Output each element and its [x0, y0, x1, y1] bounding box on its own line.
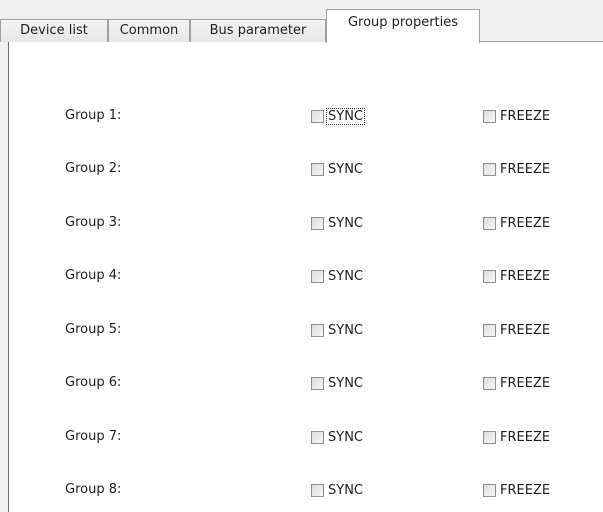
freeze-checkbox[interactable]: FREEZE [483, 264, 551, 288]
freeze-label: FREEZE [500, 482, 551, 498]
sync-label: SYNC [328, 429, 363, 445]
group-row: Group 2: SYNC FREEZE [9, 157, 603, 181]
group-row: Group 5: SYNC FREEZE [9, 318, 603, 342]
checkbox-box[interactable] [311, 430, 324, 444]
group-row: Group 6: SYNC FREEZE [9, 371, 603, 395]
tab-device-list[interactable]: Device list [0, 19, 108, 42]
sync-checkbox[interactable]: SYNC [311, 425, 364, 449]
sync-checkbox[interactable]: SYNC [311, 211, 364, 235]
tab-group-properties[interactable]: Group properties [326, 9, 480, 43]
freeze-label: FREEZE [500, 268, 551, 284]
group-label: Group 5: [65, 322, 122, 337]
group-row: Group 7: SYNC FREEZE [9, 425, 603, 449]
tab-common[interactable]: Common [108, 19, 190, 42]
group-row: Group 4: SYNC FREEZE [9, 264, 603, 288]
group-label: Group 4: [65, 268, 122, 283]
freeze-checkbox[interactable]: FREEZE [483, 478, 551, 502]
freeze-checkbox[interactable]: FREEZE [483, 211, 551, 235]
freeze-checkbox[interactable]: FREEZE [483, 318, 551, 342]
group-row: Group 1: SYNC FREEZE [9, 104, 603, 128]
freeze-label: FREEZE [500, 161, 551, 177]
sync-label: SYNC [328, 322, 363, 338]
freeze-label: FREEZE [500, 429, 551, 445]
group-row: Group 3: SYNC FREEZE [9, 211, 603, 235]
checkbox-box[interactable] [311, 269, 324, 283]
checkbox-box[interactable] [311, 162, 324, 176]
tab-bus-parameter[interactable]: Bus parameter [190, 19, 326, 42]
checkbox-box[interactable] [311, 216, 324, 230]
group-label: Group 2: [65, 161, 122, 176]
sync-label: SYNC [328, 375, 363, 391]
freeze-checkbox[interactable]: FREEZE [483, 371, 551, 395]
checkbox-box[interactable] [311, 483, 324, 497]
freeze-label: FREEZE [500, 108, 551, 124]
group-label: Group 3: [65, 215, 122, 230]
sync-label: SYNC [328, 161, 363, 177]
group-properties-panel: Group 1: SYNC FREEZE Group 2: SYNC FREEZ… [8, 42, 603, 512]
checkbox-box[interactable] [311, 323, 324, 337]
checkbox-box[interactable] [483, 216, 496, 230]
checkbox-box[interactable] [311, 109, 324, 123]
group-label: Group 7: [65, 429, 122, 444]
checkbox-box[interactable] [483, 269, 496, 283]
sync-checkbox[interactable]: SYNC [311, 318, 364, 342]
freeze-label: FREEZE [500, 322, 551, 338]
checkbox-box[interactable] [483, 376, 496, 390]
sync-checkbox[interactable]: SYNC [311, 478, 364, 502]
group-label: Group 8: [65, 482, 122, 497]
checkbox-box[interactable] [483, 162, 496, 176]
checkbox-box[interactable] [483, 430, 496, 444]
checkbox-box[interactable] [311, 376, 324, 390]
sync-label: SYNC [326, 107, 365, 125]
checkbox-box[interactable] [483, 323, 496, 337]
freeze-label: FREEZE [500, 375, 551, 391]
sync-label: SYNC [328, 482, 363, 498]
group-properties-dialog: Device list Common Bus parameter Group p… [0, 0, 603, 512]
group-row: Group 8: SYNC FREEZE [9, 478, 603, 502]
sync-checkbox[interactable]: SYNC [311, 371, 364, 395]
checkbox-box[interactable] [483, 483, 496, 497]
sync-label: SYNC [328, 268, 363, 284]
group-label: Group 6: [65, 375, 122, 390]
freeze-label: FREEZE [500, 215, 551, 231]
freeze-checkbox[interactable]: FREEZE [483, 425, 551, 449]
sync-label: SYNC [328, 215, 363, 231]
freeze-checkbox[interactable]: FREEZE [483, 104, 551, 128]
freeze-checkbox[interactable]: FREEZE [483, 157, 551, 181]
sync-checkbox[interactable]: SYNC [311, 264, 364, 288]
checkbox-box[interactable] [483, 109, 496, 123]
tab-strip: Device list Common Bus parameter Group p… [0, 0, 603, 43]
group-label: Group 1: [65, 108, 122, 123]
panel-edge [0, 42, 8, 512]
sync-checkbox[interactable]: SYNC [311, 104, 365, 128]
sync-checkbox[interactable]: SYNC [311, 157, 364, 181]
